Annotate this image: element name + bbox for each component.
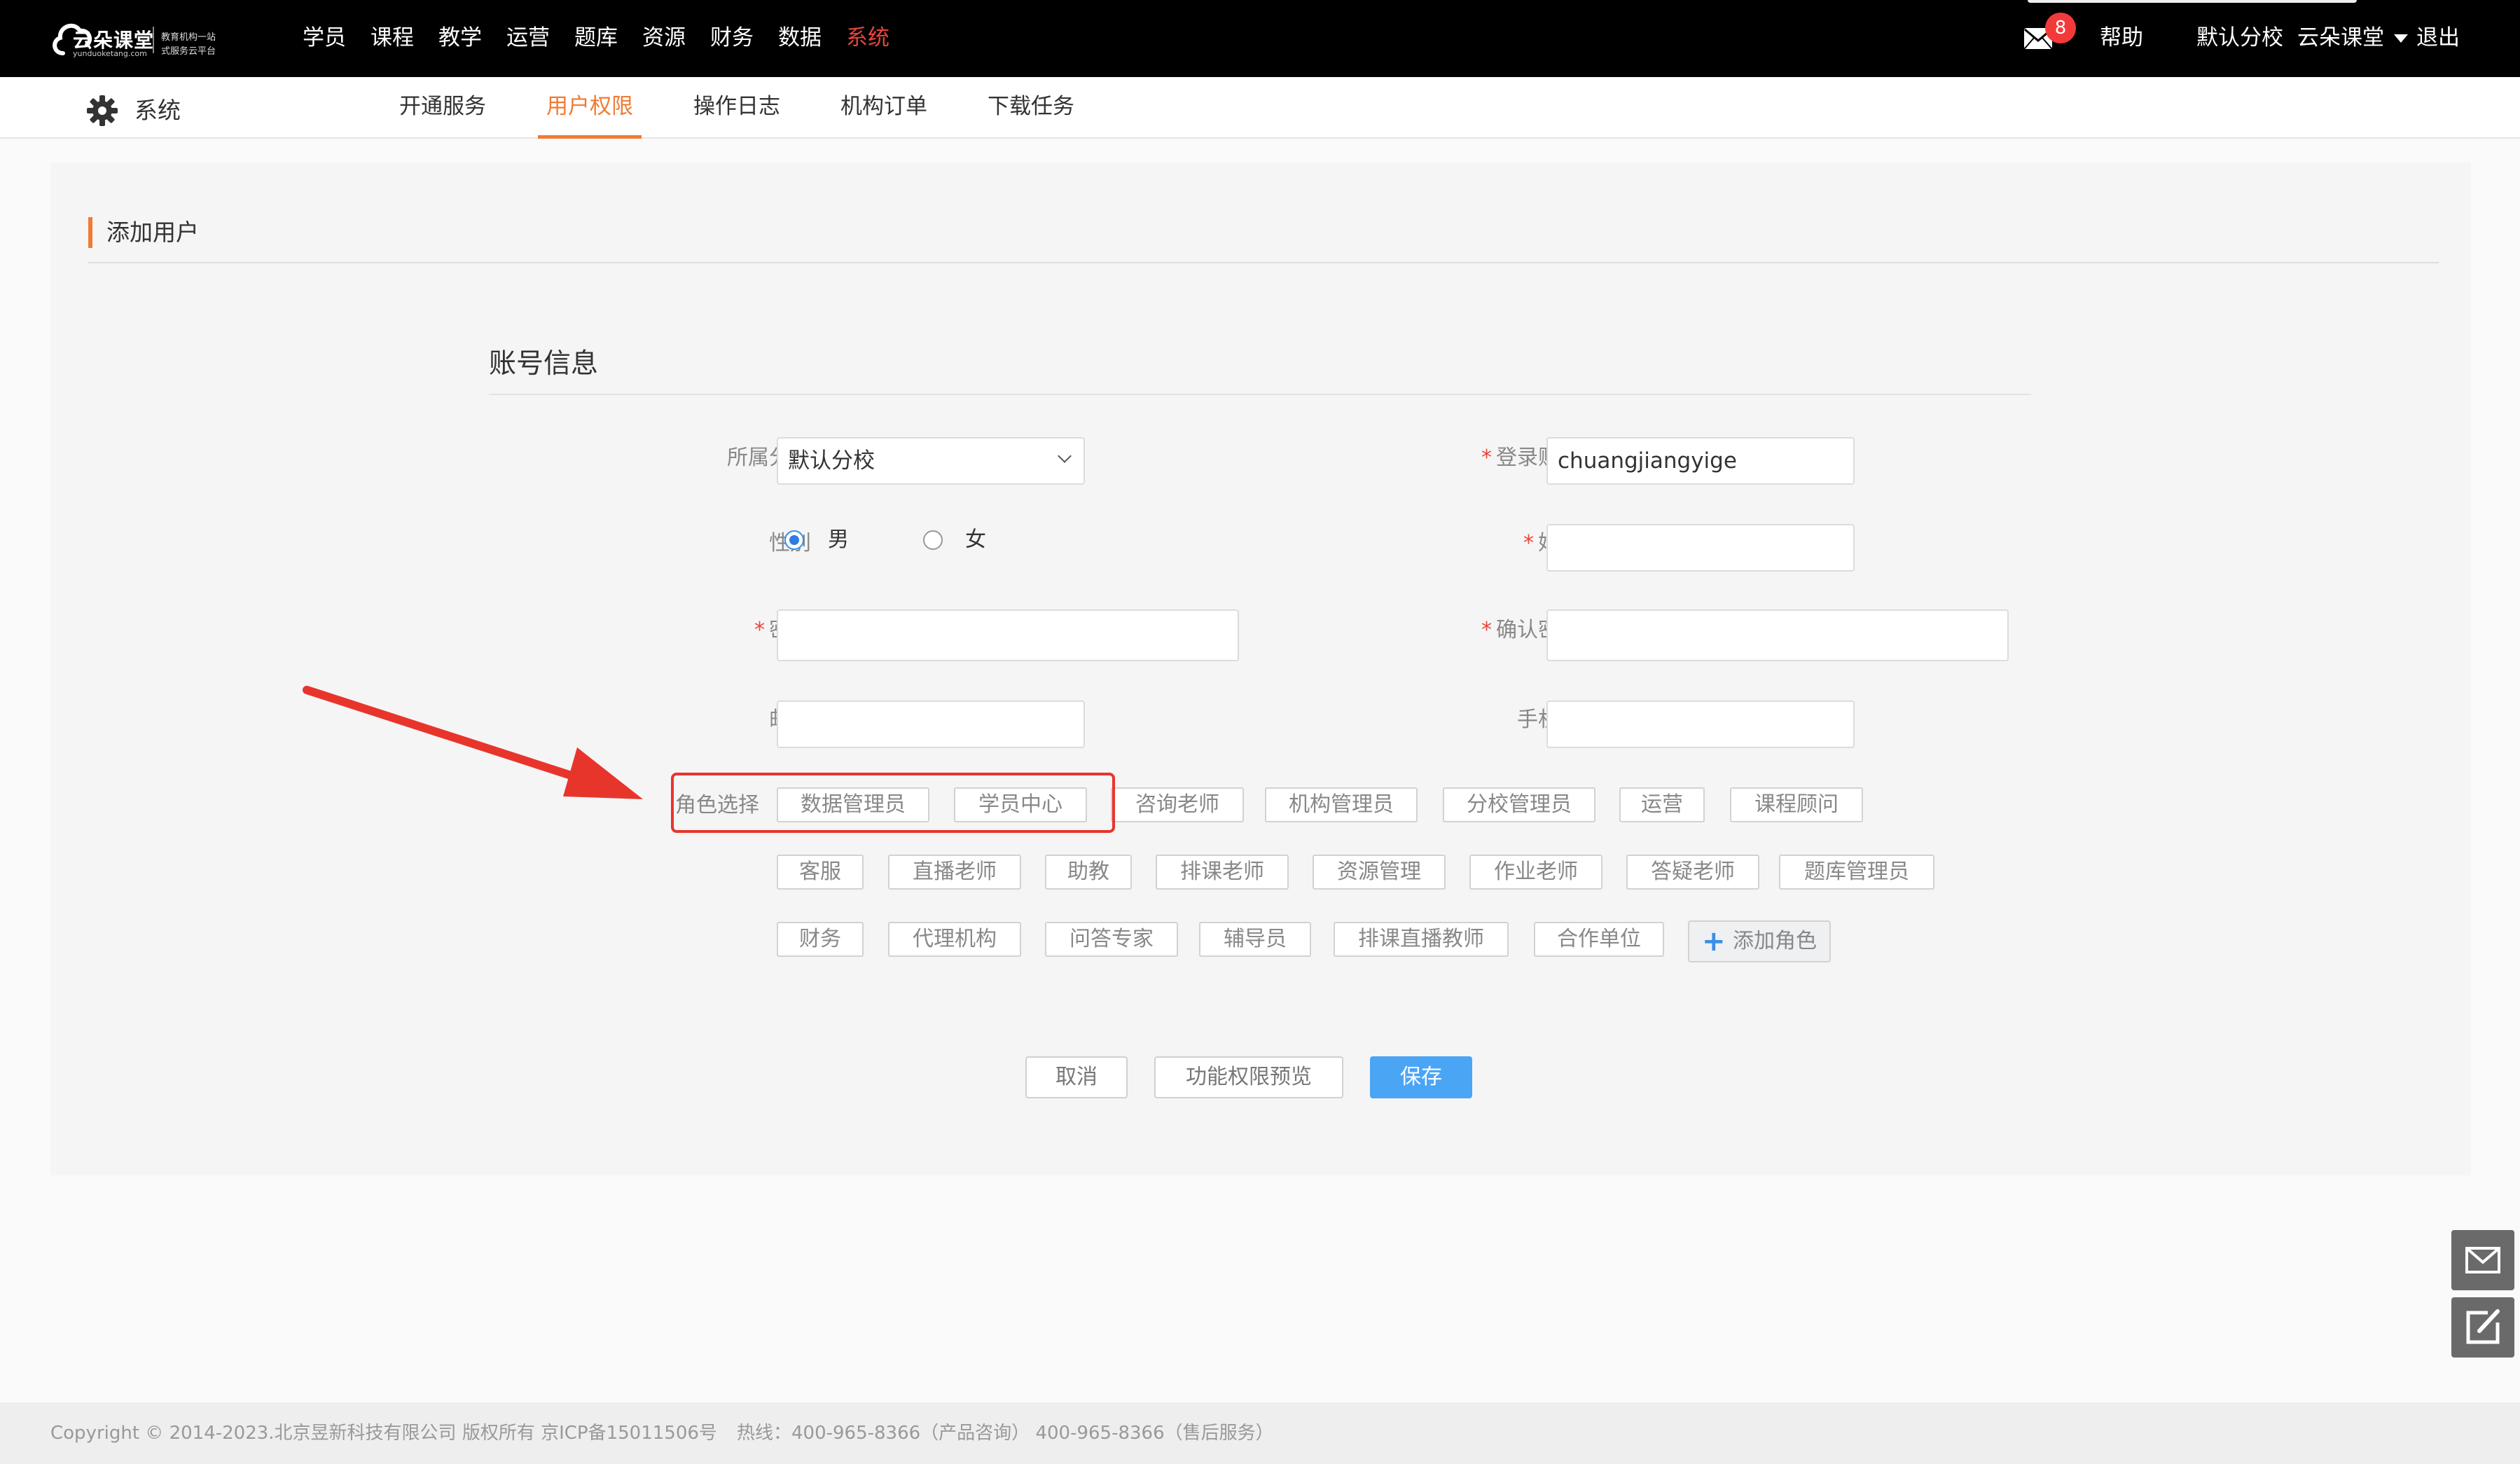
role-qa-expert[interactable]: 问答专家	[1045, 922, 1178, 957]
footer-copyright: Copyright © 2014-2023.北京昱新科技有限公司 版权所有 京I…	[50, 1423, 717, 1444]
role-resource-manager[interactable]: 资源管理	[1313, 855, 1446, 890]
nav-courses[interactable]: 课程	[371, 24, 414, 52]
gender-male-radio[interactable]	[784, 530, 804, 550]
gender-female-label: 女	[965, 527, 986, 552]
nav-data[interactable]: 数据	[778, 24, 822, 52]
tab-operation-log[interactable]: 操作日志	[693, 91, 780, 136]
role-partner[interactable]: 合作单位	[1534, 922, 1664, 957]
save-button[interactable]: 保存	[1370, 1056, 1472, 1098]
login-account-input[interactable]: chuangjiangyige	[1546, 437, 1855, 485]
role-customer-service[interactable]: 客服	[777, 855, 864, 890]
nav-question-bank[interactable]: 题库	[574, 24, 618, 52]
branch-switch[interactable]: 默认分校	[2196, 24, 2283, 52]
top-bar: 云朵课堂 yunduoketang.com 教育机构一站 式服务云平台 学员 课…	[0, 0, 2520, 77]
form-title: 账号信息	[489, 348, 599, 380]
user-menu[interactable]: 云朵课堂	[2297, 24, 2384, 52]
role-finance[interactable]: 财务	[777, 922, 864, 957]
tab-download-tasks[interactable]: 下载任务	[988, 91, 1074, 136]
logo-tagline-2: 式服务云平台	[161, 46, 216, 57]
nav-students[interactable]: 学员	[303, 24, 346, 52]
role-course-advisor[interactable]: 课程顾问	[1730, 787, 1863, 822]
help-link[interactable]: 帮助	[2100, 24, 2143, 52]
form-divider	[489, 394, 2031, 395]
section-accent-bar	[88, 217, 92, 248]
role-assistant[interactable]: 助教	[1045, 855, 1132, 890]
branch-select[interactable]: 默认分校	[777, 437, 1085, 485]
add-role-label: 添加角色	[1733, 929, 1817, 953]
logout-link[interactable]: 退出	[2416, 24, 2460, 52]
edit-icon	[2466, 1309, 2500, 1344]
nav-finance[interactable]: 财务	[710, 24, 754, 52]
mail-icon	[2465, 1247, 2500, 1273]
tab-user-permissions[interactable]: 用户权限	[538, 91, 642, 139]
role-homework-teacher[interactable]: 作业老师	[1469, 855, 1602, 890]
role-org-admin[interactable]: 机构管理员	[1265, 787, 1418, 822]
email-input[interactable]	[777, 700, 1085, 748]
annotation-arrow-icon	[303, 686, 643, 799]
top-indicator-line	[2028, 0, 2357, 3]
role-highlight-box	[671, 773, 1115, 833]
footer: Copyright © 2014-2023.北京昱新科技有限公司 版权所有 京I…	[0, 1402, 2520, 1464]
tab-open-service[interactable]: 开通服务	[399, 91, 486, 136]
role-operations[interactable]: 运营	[1619, 787, 1705, 822]
sub-nav-bar: 系统 开通服务 用户权限 操作日志 机构订单 下载任务	[0, 77, 2520, 139]
section-header: 添加用户	[88, 213, 2439, 263]
role-tutor[interactable]: 辅导员	[1199, 922, 1311, 957]
role-scheduling-teacher[interactable]: 排课老师	[1156, 855, 1289, 890]
phone-input[interactable]	[1546, 700, 1855, 748]
confirm-password-input[interactable]	[1546, 609, 2009, 661]
logo-separator	[153, 27, 154, 53]
tab-org-orders[interactable]: 机构订单	[840, 91, 927, 136]
nav-operations[interactable]: 运营	[506, 24, 550, 52]
main-nav: 学员 课程 教学 运营 题库 资源 财务 数据 系统	[303, 24, 914, 52]
plus-icon: +	[1702, 925, 1726, 958]
role-question-bank-admin[interactable]: 题库管理员	[1779, 855, 1934, 890]
nav-resources[interactable]: 资源	[642, 24, 686, 52]
gender-male-label: 男	[828, 527, 849, 552]
add-role-button[interactable]: + 添加角色	[1688, 920, 1831, 962]
page-title: 添加用户	[106, 219, 199, 246]
role-consult-teacher[interactable]: 咨询老师	[1111, 787, 1244, 822]
logo-tagline-1: 教育机构一站	[161, 32, 216, 43]
role-live-scheduling-teacher[interactable]: 排课直播教师	[1334, 922, 1509, 957]
role-branch-admin[interactable]: 分校管理员	[1443, 787, 1595, 822]
branch-select-value: 默认分校	[788, 448, 875, 474]
footer-hotline: 热线：400-965-8366（产品咨询） 400-965-8366（售后服务）	[737, 1423, 1274, 1444]
permission-preview-button[interactable]: 功能权限预览	[1154, 1056, 1343, 1098]
role-agency[interactable]: 代理机构	[888, 922, 1021, 957]
nav-teaching[interactable]: 教学	[438, 24, 482, 52]
section-title: 系统	[134, 97, 181, 124]
float-message-button[interactable]	[2451, 1230, 2514, 1290]
role-live-teacher[interactable]: 直播老师	[888, 855, 1021, 890]
logo[interactable]: 云朵课堂 yunduoketang.com 教育机构一站 式服务云平台	[49, 13, 224, 63]
notification-badge: 8	[2045, 13, 2076, 43]
chevron-down-icon	[1058, 449, 1072, 463]
chevron-down-icon[interactable]	[2394, 34, 2408, 43]
logo-domain: yunduoketang.com	[73, 49, 147, 58]
cancel-button[interactable]: 取消	[1025, 1056, 1128, 1098]
role-qa-teacher[interactable]: 答疑老师	[1626, 855, 1759, 890]
float-feedback-button[interactable]	[2451, 1297, 2514, 1358]
sub-nav-tabs: 开通服务 用户权限 操作日志 机构订单 下载任务	[399, 91, 1135, 139]
content-panel: 添加用户 账号信息 所属分校 默认分校 * 登录账号 chuangjiangyig…	[50, 163, 2471, 1175]
gear-icon	[87, 95, 118, 126]
gender-female-radio[interactable]	[923, 530, 943, 550]
name-input[interactable]	[1546, 524, 1855, 572]
password-input[interactable]	[777, 609, 1239, 661]
nav-system[interactable]: 系统	[846, 24, 889, 52]
